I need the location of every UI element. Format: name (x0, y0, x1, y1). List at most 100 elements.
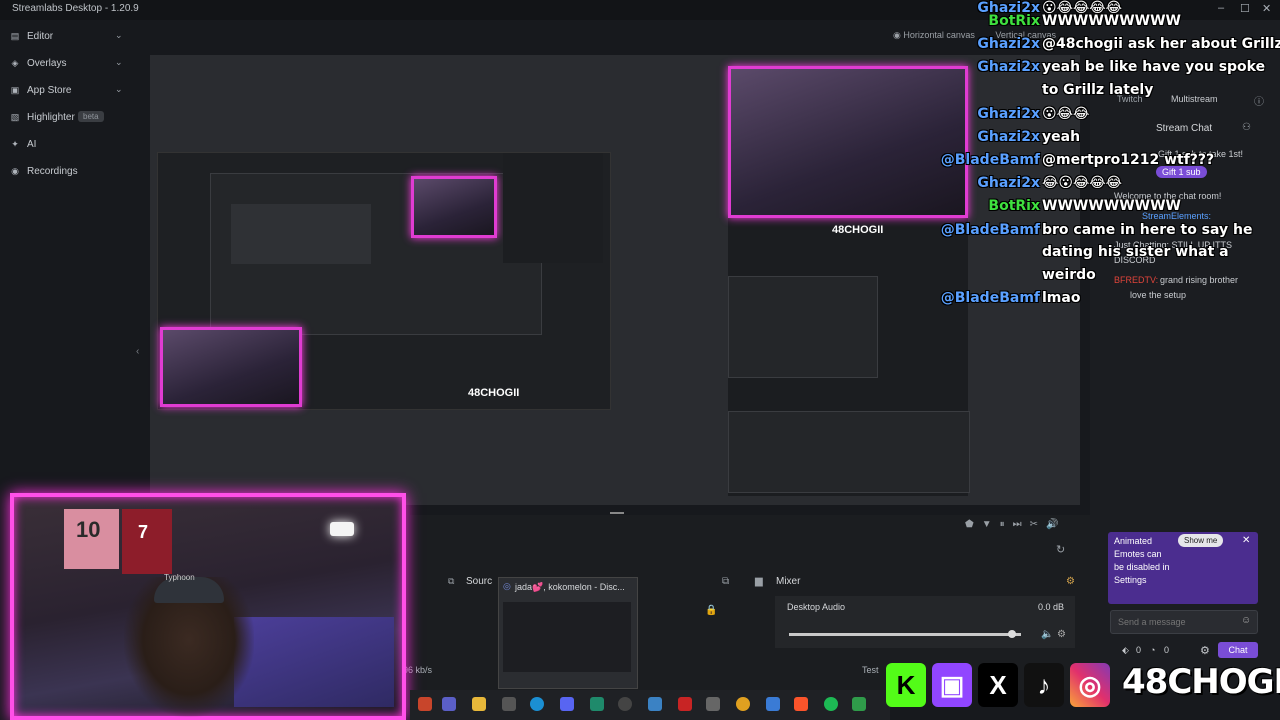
gear-icon[interactable]: ⚙ (1200, 644, 1210, 657)
obs-icon[interactable] (618, 697, 632, 711)
app-red-icon[interactable] (678, 697, 692, 711)
app-blue-icon[interactable] (766, 697, 780, 711)
overlay-chat-text: @48chogii ask her about Grillz (1042, 36, 1280, 52)
nested-screenshot-inner (231, 204, 371, 264)
timer-count: 0 (1164, 645, 1170, 655)
sidebar-item-editor[interactable]: ▤ Editor ⌄ (0, 24, 135, 50)
volume-slider[interactable] (789, 633, 1021, 636)
close-icon[interactable]: ✕ (1242, 535, 1250, 546)
overlay-chat-username: @BladeBamf (940, 152, 1040, 168)
window-icon[interactable] (648, 697, 662, 711)
highlighter-icon: ▧ (10, 112, 20, 122)
nested-chat (503, 153, 603, 263)
mixer-settings-icon[interactable]: ⚙ (1066, 576, 1075, 587)
xbox-icon[interactable] (852, 697, 866, 711)
chat-send-button[interactable]: Chat (1218, 642, 1258, 658)
show-me-button[interactable]: Show me (1178, 534, 1224, 547)
folder-icon[interactable]: ▆ (755, 576, 763, 587)
app-gray-icon[interactable] (706, 697, 720, 711)
overlay-chat-text: to Grillz lately (1042, 82, 1154, 98)
overlay-chat-text: yeah (1042, 129, 1081, 145)
app-icon[interactable] (418, 697, 432, 711)
chat-input-box[interactable]: ☺ (1110, 610, 1258, 634)
sidebar: ▤ Editor ⌄ ◈ Overlays ⌄ ▣ App Store ⌄ ▧ … (0, 20, 135, 500)
expand-icon[interactable]: ⧉ (722, 576, 729, 587)
overlay-chat-text: 😂😮😂😂😂 (1042, 175, 1123, 191)
status-test: Test (862, 665, 879, 675)
overlay-chat-text: WWWWWWWWW (1042, 13, 1181, 29)
emoji-icon[interactable]: ☺ (1241, 615, 1251, 626)
toast-text: Animated Emotes can be disabled in Setti… (1114, 536, 1170, 585)
ai-icon: ✦ (11, 139, 19, 149)
lock-icon[interactable]: 🔒 (705, 605, 717, 616)
vertical-social-strip: 48CHOGII (832, 224, 883, 236)
desktop-audio-label: Desktop Audio (787, 602, 846, 612)
sidebar-item-ai[interactable]: ✦ AI (0, 132, 135, 158)
x-icon: X (978, 663, 1018, 707)
mixer-title: Mixer (776, 576, 801, 587)
overlay-chat-username: @BladeBamf (940, 290, 1040, 306)
sidebar-item-app-store[interactable]: ▣ App Store ⌄ (0, 78, 135, 104)
eye-icon: ◉ (893, 30, 904, 40)
chair-brand: Typhoon (164, 573, 195, 582)
social-handle: 48CHOGII (1122, 662, 1280, 702)
horizontal-preview[interactable]: 48CHOGII (157, 152, 611, 410)
chevron-down-icon[interactable]: ⌄ (115, 57, 123, 68)
collapse-sidebar-icon[interactable]: ‹ (136, 346, 139, 357)
sidebar-item-overlays[interactable]: ◈ Overlays ⌄ (0, 51, 135, 77)
vertical-nested-screenshot (728, 276, 878, 378)
discord-taskbar-icon[interactable] (560, 697, 574, 711)
streamlabs-icon[interactable] (590, 697, 604, 711)
sidebar-item-recordings[interactable]: ◉ Recordings (0, 159, 135, 185)
overlay-chat-username: Ghazi2x (977, 59, 1040, 75)
playback-controls[interactable]: ⬟▼⏸⏭✂🔊 (965, 519, 1066, 530)
discord-window-preview[interactable]: ◎ jada💕, kokomelon - Disc... (498, 577, 638, 689)
overlay-chat-username: Ghazi2x (977, 36, 1040, 52)
mixer-gear-icon[interactable]: ⚙ (1057, 629, 1066, 640)
sidebar-item-label: Editor (27, 31, 54, 42)
brave-icon[interactable] (794, 697, 808, 711)
app-store-icon: ▣ (10, 85, 20, 95)
overlay-chat-username: @BladeBamf (940, 222, 1040, 238)
sidebar-item-label: Highlighter (27, 112, 75, 123)
overlay-chat-username: Ghazi2x (977, 106, 1040, 122)
folder-app-icon[interactable] (472, 697, 486, 711)
speaker-icon[interactable]: 🔈 (1041, 629, 1053, 640)
points-icon[interactable]: ⬖ (1122, 645, 1129, 656)
chrome-icon[interactable] (736, 697, 750, 711)
taskbar (410, 690, 890, 720)
nested-social-strip: 48CHOGII (468, 387, 519, 399)
teams-icon[interactable] (442, 697, 456, 711)
twitch-icon: ▣ (932, 663, 972, 707)
overlay-chat-text: 😮😂😂 (1042, 106, 1090, 122)
sidebar-item-label: Overlays (27, 58, 67, 69)
sources-icon: ⧉ (448, 576, 455, 586)
chevron-down-icon[interactable]: ⌄ (115, 84, 123, 95)
editor-icon: ▤ (10, 31, 20, 41)
sidebar-item-label: AI (27, 139, 37, 150)
overlay-chat-text: yeah be like have you spoke (1042, 59, 1266, 75)
webcam-feed: 10 7 Typhoon (10, 493, 406, 720)
store-icon[interactable] (502, 697, 516, 711)
volume-knob[interactable] (1007, 630, 1016, 638)
discord-icon: ◎ (503, 581, 511, 591)
vertical-nested-dock (728, 411, 970, 493)
mixer-channel: Desktop Audio 0.0 dB 🔈 ⚙ (775, 596, 1075, 648)
overlay-chat-username: Ghazi2x (977, 129, 1040, 145)
social-handle-small: 48CHOGII (468, 387, 520, 399)
beta-badge: beta (78, 111, 104, 122)
resize-handle[interactable] (610, 512, 624, 514)
ring-light (330, 522, 354, 536)
chevron-down-icon[interactable]: ⌄ (115, 30, 123, 41)
instagram-icon: ◎ (1070, 663, 1110, 707)
sidebar-item-highlighter[interactable]: ▧ Highlighter beta (0, 105, 135, 131)
overlay-chat: Ghazi2x 😮😂😂😂😂 BotRix WWWWWWWWW Ghazi2x @48cho… (930, 0, 1280, 310)
edge-icon[interactable] (530, 697, 544, 711)
refresh-icon[interactable]: ↻ (1056, 543, 1065, 556)
points-count: 0 (1136, 645, 1142, 655)
chat-input[interactable] (1116, 614, 1240, 630)
animated-emotes-toast: Animated Emotes can be disabled in Setti… (1108, 532, 1258, 604)
spotify-icon[interactable] (824, 697, 838, 711)
sidebar-item-label: Recordings (27, 166, 78, 177)
bed (234, 617, 394, 707)
